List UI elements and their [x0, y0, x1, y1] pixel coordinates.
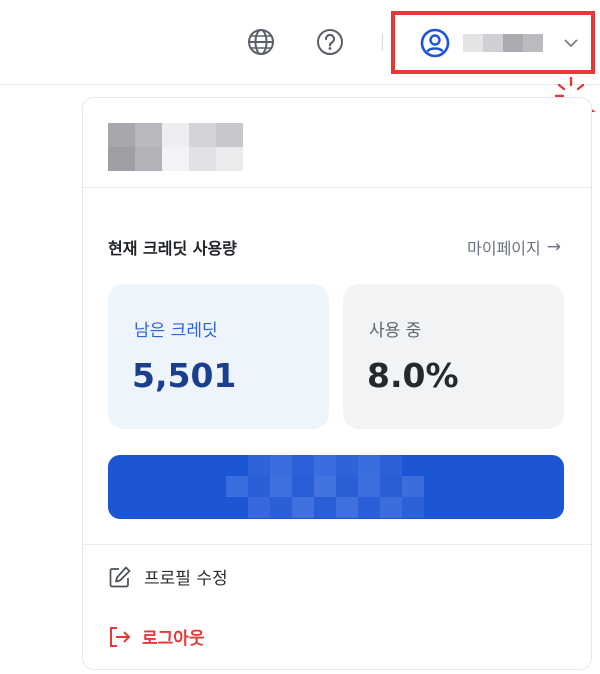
remaining-credit-value: 5,501 [132, 356, 237, 395]
usage-card: 사용 중 8.0% [343, 284, 564, 429]
user-circle-icon [420, 28, 450, 58]
logout-icon [110, 626, 131, 647]
username-redacted [108, 123, 243, 171]
question-circle-icon [317, 29, 343, 55]
header-divider [0, 84, 600, 85]
account-menu-button[interactable] [419, 23, 589, 63]
help-button[interactable] [310, 22, 350, 62]
globe-icon [248, 29, 274, 55]
account-name-redacted [463, 34, 543, 52]
header-vertical-divider [382, 33, 383, 51]
usage-label: 사용 중 [369, 321, 422, 341]
remaining-credit-card: 남은 크레딧 5,501 [108, 284, 329, 429]
account-dropdown-panel: 현재 크레딧 사용량 마이페이지 → 남은 크레딧 5,501 사용 중 8.0… [82, 97, 592, 670]
usage-value: 8.0% [367, 356, 459, 395]
button-label-redacted [226, 455, 446, 518]
chevron-down-icon [564, 39, 578, 48]
logout-button[interactable]: 로그아웃 [108, 624, 205, 649]
edit-profile-button[interactable]: 프로필 수정 [108, 564, 228, 589]
edit-profile-label: 프로필 수정 [144, 569, 228, 589]
logout-label: 로그아웃 [142, 629, 205, 649]
language-button[interactable] [241, 22, 281, 62]
user-info-header [83, 98, 591, 188]
panel-divider [83, 544, 591, 545]
primary-action-button-redacted[interactable] [108, 455, 564, 519]
credit-usage-title: 현재 크레딧 사용량 [108, 239, 237, 258]
edit-pencil-icon [109, 566, 131, 587]
mypage-label: 마이페이지 [467, 239, 541, 258]
arrow-right-icon: → [546, 237, 561, 257]
mypage-link[interactable]: 마이페이지 → [467, 235, 561, 259]
remaining-credit-label: 남은 크레딧 [134, 321, 218, 341]
